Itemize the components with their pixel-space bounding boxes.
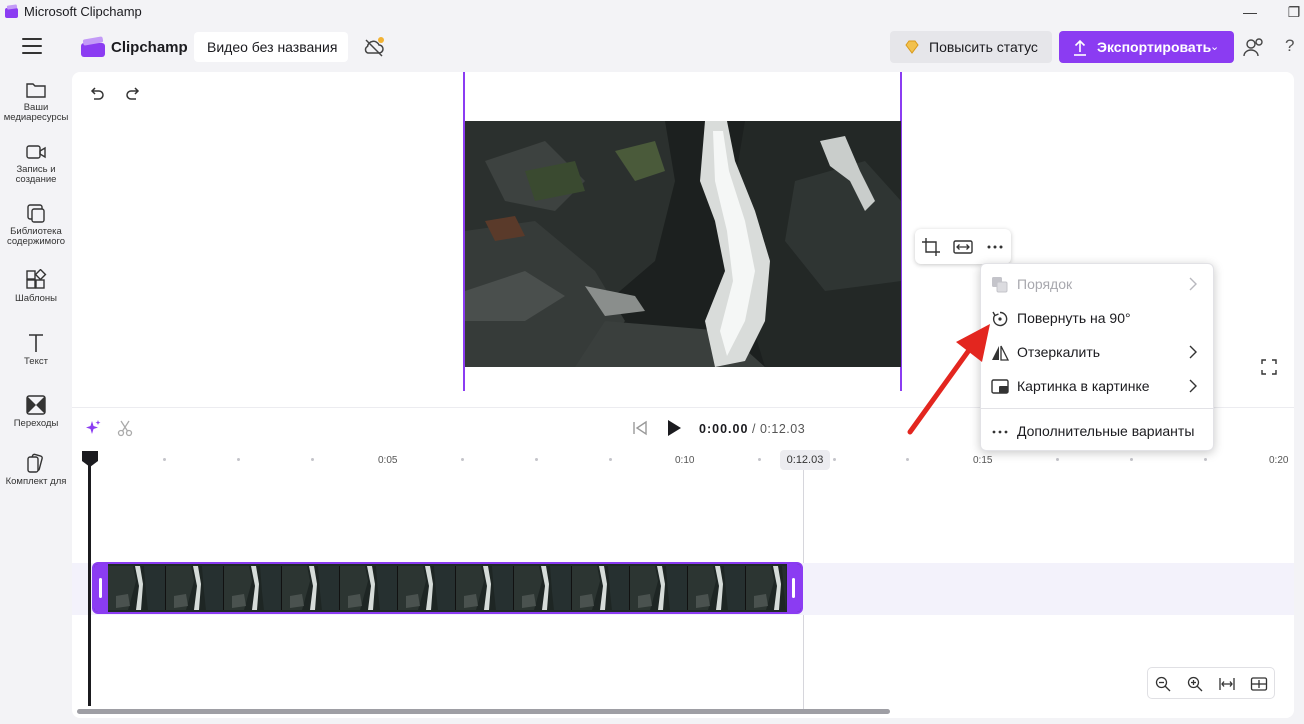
skip-back-icon[interactable]	[632, 420, 648, 436]
playhead-handle[interactable]	[81, 450, 99, 468]
sidebar-item-label: Ваши медиаресурсы	[3, 102, 69, 123]
fit-width-icon[interactable]	[1218, 675, 1236, 693]
project-title-field[interactable]: Видео без названия	[194, 32, 348, 62]
top-bar: Clipchamp Видео без названия Повысить ст…	[0, 24, 1304, 72]
clip-trim-handle-left[interactable]	[94, 564, 108, 612]
picture-in-picture-icon	[991, 379, 1009, 394]
clip-context-menu: Порядок Повернуть на 90° Отзеркалить Кар…	[980, 263, 1215, 451]
transitions-icon	[26, 395, 46, 415]
sidebar-item-record[interactable]: Запись и создание	[0, 142, 72, 185]
ruler-label: 0:20	[1269, 455, 1289, 466]
menu-item-flip[interactable]: Отзеркалить	[981, 335, 1215, 369]
help-icon[interactable]: ?	[1285, 36, 1294, 56]
play-icon[interactable]	[665, 419, 683, 437]
clip-floating-toolbar	[915, 229, 1011, 264]
ruler-label: 0:15	[973, 455, 993, 466]
text-icon	[29, 334, 43, 352]
more-options-icon[interactable]	[985, 237, 1005, 257]
sidebar-item-label: Текст	[24, 356, 48, 367]
brand-kit-icon	[27, 453, 43, 473]
menu-separator	[981, 408, 1215, 409]
chevron-down-icon: ⌄	[1210, 41, 1220, 53]
add-track-icon[interactable]	[1250, 675, 1268, 693]
minimize-button[interactable]: —	[1240, 2, 1260, 22]
templates-icon	[26, 269, 47, 289]
window-title: Microsoft Clipchamp	[24, 4, 142, 19]
upgrade-button[interactable]: Повысить статус	[890, 31, 1052, 63]
playhead[interactable]	[88, 460, 91, 706]
diamond-icon	[905, 40, 919, 54]
layers-icon	[992, 277, 1008, 293]
folder-icon	[26, 83, 46, 98]
sidebar: Ваши медиаресурсы Запись и создание Библ…	[0, 72, 72, 724]
menu-item-label: Дополнительные варианты	[1017, 423, 1195, 439]
menu-icon[interactable]	[22, 38, 42, 56]
export-label: Экспортировать	[1097, 39, 1212, 55]
scissors-icon[interactable]	[116, 419, 134, 437]
sidebar-item-label: Переходы	[13, 418, 59, 429]
upload-icon	[1074, 39, 1086, 56]
upgrade-label: Повысить статус	[929, 39, 1038, 55]
library-icon	[27, 204, 45, 223]
sidebar-item-transitions[interactable]: Переходы	[0, 394, 72, 429]
clipchamp-app-icon	[5, 4, 18, 18]
menu-item-label: Порядок	[1017, 276, 1073, 292]
rotate-icon	[992, 311, 1008, 327]
menu-item-order[interactable]: Порядок	[981, 267, 1215, 301]
sidebar-item-label: Комплект для	[5, 476, 67, 487]
sidebar-item-label: Запись и создание	[15, 164, 57, 185]
menu-item-picture-in-picture[interactable]: Картинка в картинке	[981, 369, 1215, 403]
clip-thumbnails	[108, 566, 786, 610]
fullscreen-icon[interactable]	[1261, 359, 1277, 375]
share-people-icon[interactable]	[1243, 36, 1265, 58]
waterfall-image	[465, 121, 901, 367]
window-titlebar: Microsoft Clipchamp — ❐	[0, 0, 1304, 24]
video-preview[interactable]	[465, 121, 901, 367]
undo-icon[interactable]	[88, 86, 106, 104]
menu-item-label: Отзеркалить	[1017, 344, 1101, 360]
sparkle-icon[interactable]	[84, 419, 102, 437]
chevron-right-icon	[1189, 345, 1197, 359]
zoom-in-icon[interactable]	[1186, 675, 1204, 693]
flip-icon	[992, 345, 1009, 361]
sidebar-item-brand-kit[interactable]: Комплект для	[0, 452, 72, 487]
total-time: / 0:12.03	[752, 422, 806, 436]
end-time-marker: 0:12.03	[780, 450, 830, 470]
editor-workspace: 0:00.00 / 0:12.03 0:05 0:10 0:15 0:20 0:…	[72, 72, 1294, 718]
clip-trim-handle-right[interactable]	[787, 564, 801, 612]
zoom-controls	[1147, 667, 1275, 699]
export-button[interactable]: Экспортировать ⌄	[1059, 31, 1234, 63]
menu-item-label: Повернуть на 90°	[1017, 310, 1131, 326]
redo-icon[interactable]	[124, 86, 142, 104]
chevron-right-icon	[1189, 379, 1197, 393]
video-camera-icon	[26, 145, 46, 159]
sidebar-item-media[interactable]: Ваши медиаресурсы	[0, 80, 72, 123]
current-time: 0:00.00	[699, 422, 749, 436]
sidebar-item-label: Библиотека содержимого	[6, 226, 66, 247]
ruler-label: 0:05	[378, 455, 398, 466]
fit-icon[interactable]	[953, 237, 973, 257]
sidebar-item-label: Шаблоны	[14, 293, 57, 304]
menu-item-label: Картинка в картинке	[1017, 378, 1150, 394]
crop-icon[interactable]	[921, 237, 941, 257]
cloud-sync-off-icon[interactable]	[362, 36, 386, 58]
sidebar-item-text[interactable]: Текст	[0, 332, 72, 367]
ruler-label: 0:10	[675, 455, 695, 466]
restore-button[interactable]: ❐	[1284, 2, 1304, 22]
zoom-out-icon[interactable]	[1154, 675, 1172, 693]
menu-item-rotate[interactable]: Повернуть на 90°	[981, 301, 1215, 335]
more-icon	[992, 430, 1008, 434]
menu-item-more-options[interactable]: Дополнительные варианты	[981, 414, 1215, 448]
chevron-right-icon	[1189, 277, 1197, 291]
brand-name: Clipchamp	[111, 39, 188, 56]
video-clip[interactable]	[92, 562, 803, 614]
timeline-scrollbar[interactable]	[77, 709, 890, 714]
clipchamp-logo	[81, 36, 105, 57]
sidebar-item-library[interactable]: Библиотека содержимого	[0, 204, 72, 247]
sidebar-item-templates[interactable]: Шаблоны	[0, 269, 72, 304]
